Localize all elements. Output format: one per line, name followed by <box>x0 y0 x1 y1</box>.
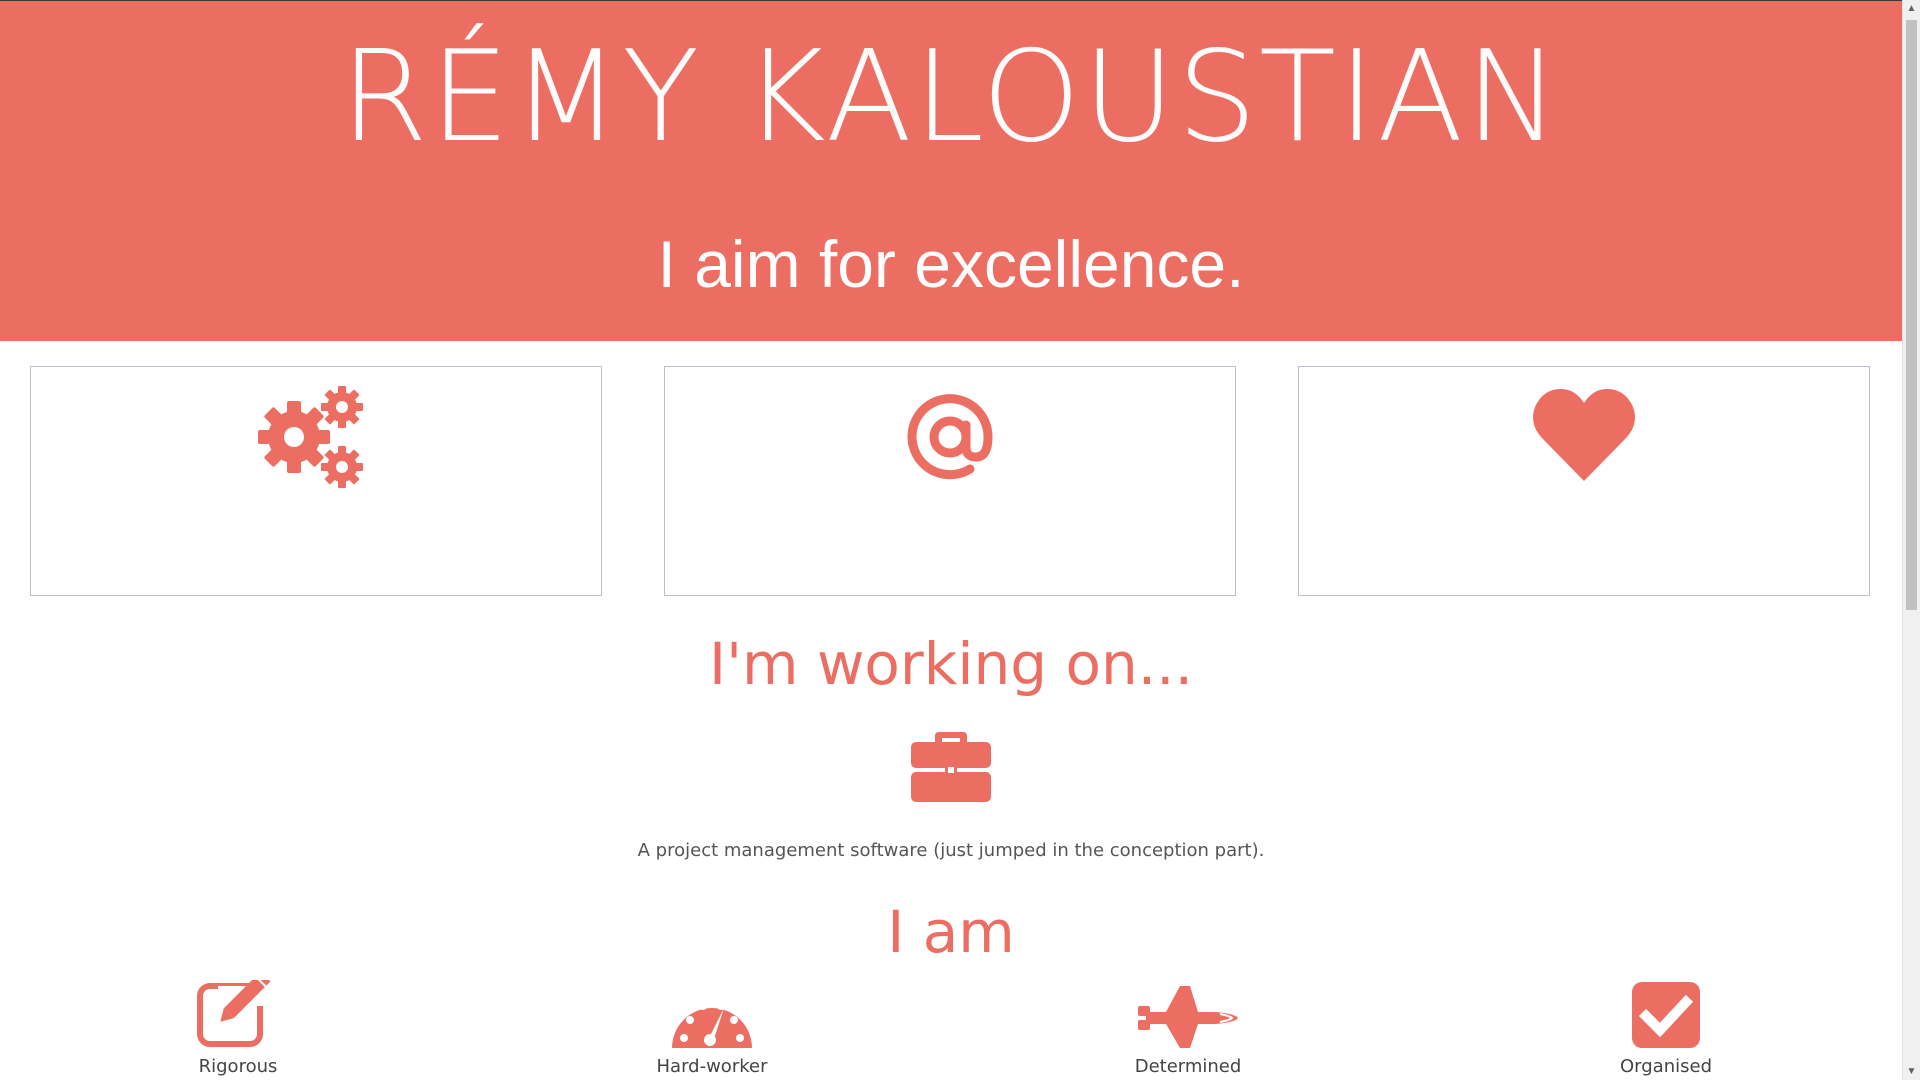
scroll-down-arrow[interactable]: ▼ <box>1903 1063 1920 1080</box>
trait-rigorous: Rigorous <box>138 978 338 1077</box>
card-interests[interactable] <box>1298 366 1870 596</box>
site-name: RÉMY KALOUSTIAN <box>340 23 1562 170</box>
vertical-scrollbar[interactable]: ▲ ▼ <box>1902 0 1920 1080</box>
card-contact[interactable] <box>664 366 1236 596</box>
edit-pencil-icon <box>138 978 338 1050</box>
heart-icon <box>1299 385 1869 495</box>
trait-label: Hard-worker <box>656 1056 768 1077</box>
gears-icon <box>31 385 601 495</box>
trait-organised: Organised <box>1566 978 1766 1077</box>
space-shuttle-icon <box>1088 978 1288 1050</box>
checkbox-icon <box>1566 978 1766 1050</box>
working-title: I'm working on... <box>708 630 1194 698</box>
briefcase-icon <box>0 730 1902 804</box>
hero-header: RÉMY KALOUSTIAN I aim for excellence. <box>0 1 1902 341</box>
trait-label: Rigorous <box>198 1056 278 1077</box>
iam-title: I am <box>887 898 1015 966</box>
speedometer-icon <box>612 978 812 1050</box>
tagline: I aim for excellence. <box>657 227 1245 301</box>
scroll-up-arrow[interactable]: ▲ <box>1903 0 1920 17</box>
scroll-thumb[interactable] <box>1906 20 1917 610</box>
trait-label: Organised <box>1620 1056 1712 1077</box>
trait-determined: Determined <box>1088 978 1288 1077</box>
working-description: A project management software (just jump… <box>637 840 1265 861</box>
trait-hard-worker: Hard-worker <box>612 978 812 1077</box>
trait-label: Determined <box>1134 1056 1242 1077</box>
card-skills[interactable] <box>30 366 602 596</box>
at-sign-icon <box>665 385 1235 495</box>
